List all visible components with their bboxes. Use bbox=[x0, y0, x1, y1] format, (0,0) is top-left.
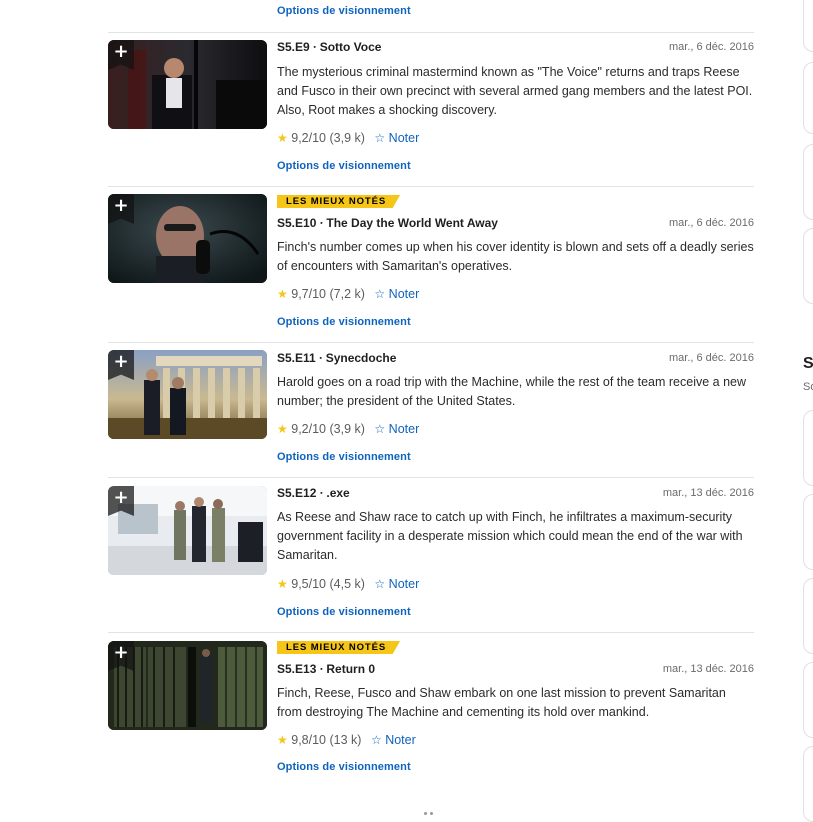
sidebar-subheading: So bbox=[803, 381, 813, 393]
viewing-options-link[interactable]: Options de visionnement bbox=[277, 761, 411, 773]
viewing-options-link[interactable]: Options de visionnement bbox=[277, 316, 411, 328]
rate-label: Noter bbox=[388, 131, 420, 145]
star-filled-icon: ★ bbox=[277, 131, 288, 145]
sidebar-card[interactable] bbox=[803, 410, 813, 486]
episode-title-link[interactable]: S5.E13 ∙ Return 0 bbox=[277, 662, 375, 676]
viewing-options-link[interactable]: Options de visionnement bbox=[277, 451, 411, 463]
sidebar-card[interactable] bbox=[803, 144, 813, 220]
title-row: S5.E9 ∙ Sotto Voce mar., 6 déc. 2016 bbox=[277, 40, 754, 56]
rate-button[interactable]: ☆ Noter bbox=[374, 131, 419, 145]
vote-count: (3,9 k) bbox=[329, 131, 365, 145]
episode-title-link[interactable]: S5.E12 ∙ .exe bbox=[277, 486, 350, 500]
episode-item-s5e13: + LES MIEUX NOTÉS S5.E13 ∙ Return 0 mar.… bbox=[108, 632, 754, 795]
vote-count: (4,5 k) bbox=[329, 577, 365, 591]
air-date: mar., 6 déc. 2016 bbox=[669, 217, 754, 229]
rating-row: ★ 9,2/10 (3,9 k) ☆ Noter bbox=[277, 422, 419, 438]
air-date: mar., 6 déc. 2016 bbox=[669, 352, 754, 364]
air-date: mar., 6 déc. 2016 bbox=[669, 41, 754, 53]
title-row: S5.E12 ∙ .exe mar., 13 déc. 2016 bbox=[277, 486, 754, 502]
sidebar-card[interactable] bbox=[803, 62, 813, 134]
right-sidebar: S So bbox=[800, 0, 813, 822]
rate-label: Noter bbox=[388, 287, 420, 301]
air-date: mar., 13 déc. 2016 bbox=[662, 487, 754, 499]
sidebar-card[interactable] bbox=[803, 494, 813, 570]
episode-item-s5e12: + S5.E12 ∙ .exe mar., 13 déc. 2016 As Re… bbox=[108, 477, 754, 633]
sidebar-heading: S bbox=[803, 355, 813, 372]
rate-label: Noter bbox=[388, 422, 420, 436]
episode-plot: The mysterious criminal mastermind known… bbox=[277, 65, 753, 117]
episode-plot: Harold goes on a road trip with the Mach… bbox=[277, 375, 747, 408]
rating-value: 9,7/10 bbox=[291, 287, 327, 301]
episode-thumbnail[interactable]: + bbox=[108, 486, 267, 575]
title-row: S5.E11 ∙ Synecdoche mar., 6 déc. 2016 bbox=[277, 351, 754, 367]
episode-thumbnail[interactable]: + bbox=[108, 194, 267, 283]
episode-plot: Finch's number comes up when his cover i… bbox=[277, 240, 754, 273]
star-outline-icon: ☆ bbox=[370, 733, 382, 747]
star-outline-icon: ☆ bbox=[374, 577, 386, 591]
top-rated-badge: LES MIEUX NOTÉS bbox=[277, 641, 401, 654]
sidebar-card[interactable] bbox=[803, 228, 813, 304]
title-row: S5.E10 ∙ The Day the World Went Away mar… bbox=[277, 216, 754, 232]
episode-item-s5e10: + LES MIEUX NOTÉS S5.E10 ∙ The Day the W… bbox=[108, 186, 754, 343]
rating-value: 9,5/10 bbox=[291, 577, 327, 591]
episode-plot: Finch, Reese, Fusco and Shaw embark on o… bbox=[277, 686, 726, 719]
pagination-dots bbox=[424, 802, 440, 815]
star-filled-icon: ★ bbox=[277, 287, 288, 301]
rate-button[interactable]: ☆ Noter bbox=[371, 733, 416, 747]
viewing-options-link[interactable]: Options de visionnement bbox=[277, 606, 411, 618]
rating-value: 9,2/10 bbox=[291, 131, 327, 145]
rating-row: ★ 9,7/10 (7,2 k) ☆ Noter bbox=[277, 287, 419, 303]
star-filled-icon: ★ bbox=[277, 733, 288, 747]
rating-row: ★ 9,5/10 (4,5 k) ☆ Noter bbox=[277, 577, 419, 593]
rate-label: Noter bbox=[385, 733, 416, 747]
rating-row: ★ 9,2/10 (3,9 k) ☆ Noter bbox=[277, 131, 419, 147]
star-outline-icon: ☆ bbox=[374, 422, 386, 436]
episode-item-s5e11: + S5.E11 ∙ Synecdoche mar., 6 déc. 2016 … bbox=[108, 342, 754, 478]
star-filled-icon: ★ bbox=[277, 422, 288, 436]
vote-count: (13 k) bbox=[329, 733, 362, 747]
rate-label: Noter bbox=[388, 577, 420, 591]
sidebar-card[interactable] bbox=[803, 0, 813, 52]
title-row: S5.E13 ∙ Return 0 mar., 13 déc. 2016 bbox=[277, 662, 754, 678]
rate-button[interactable]: ☆ Noter bbox=[374, 422, 419, 436]
sidebar-card[interactable] bbox=[803, 662, 813, 738]
episode-title-link[interactable]: S5.E9 ∙ Sotto Voce bbox=[277, 40, 381, 54]
sidebar-card[interactable] bbox=[803, 578, 813, 654]
episode-title-link[interactable]: S5.E11 ∙ Synecdoche bbox=[277, 351, 396, 365]
rating-value: 9,2/10 bbox=[291, 422, 327, 436]
star-outline-icon: ☆ bbox=[374, 287, 386, 301]
rating-value: 9,8/10 bbox=[291, 733, 327, 747]
sidebar-card[interactable] bbox=[803, 746, 813, 822]
rate-button[interactable]: ☆ Noter bbox=[374, 577, 419, 591]
vote-count: (7,2 k) bbox=[329, 287, 365, 301]
air-date: mar., 13 déc. 2016 bbox=[662, 663, 754, 675]
episode-thumbnail[interactable]: + bbox=[108, 350, 267, 439]
episode-plot: As Reese and Shaw race to catch up with … bbox=[277, 510, 743, 562]
episode-thumbnail[interactable]: + bbox=[108, 641, 267, 730]
top-viewing-options-link[interactable]: Options de visionnement bbox=[277, 5, 411, 17]
rating-row: ★ 9,8/10 (13 k) ☆ Noter bbox=[277, 733, 416, 749]
vote-count: (3,9 k) bbox=[329, 422, 365, 436]
top-rated-badge: LES MIEUX NOTÉS bbox=[277, 195, 401, 208]
episode-item-s5e9: + S5.E9 ∙ Sotto Voce mar., 6 déc. 2016 T… bbox=[108, 32, 754, 187]
episode-thumbnail[interactable]: + bbox=[108, 40, 267, 129]
viewing-options-link[interactable]: Options de visionnement bbox=[277, 160, 411, 172]
episode-title-link[interactable]: S5.E10 ∙ The Day the World Went Away bbox=[277, 216, 498, 230]
rate-button[interactable]: ☆ Noter bbox=[374, 287, 419, 301]
star-outline-icon: ☆ bbox=[374, 131, 386, 145]
star-filled-icon: ★ bbox=[277, 577, 288, 591]
